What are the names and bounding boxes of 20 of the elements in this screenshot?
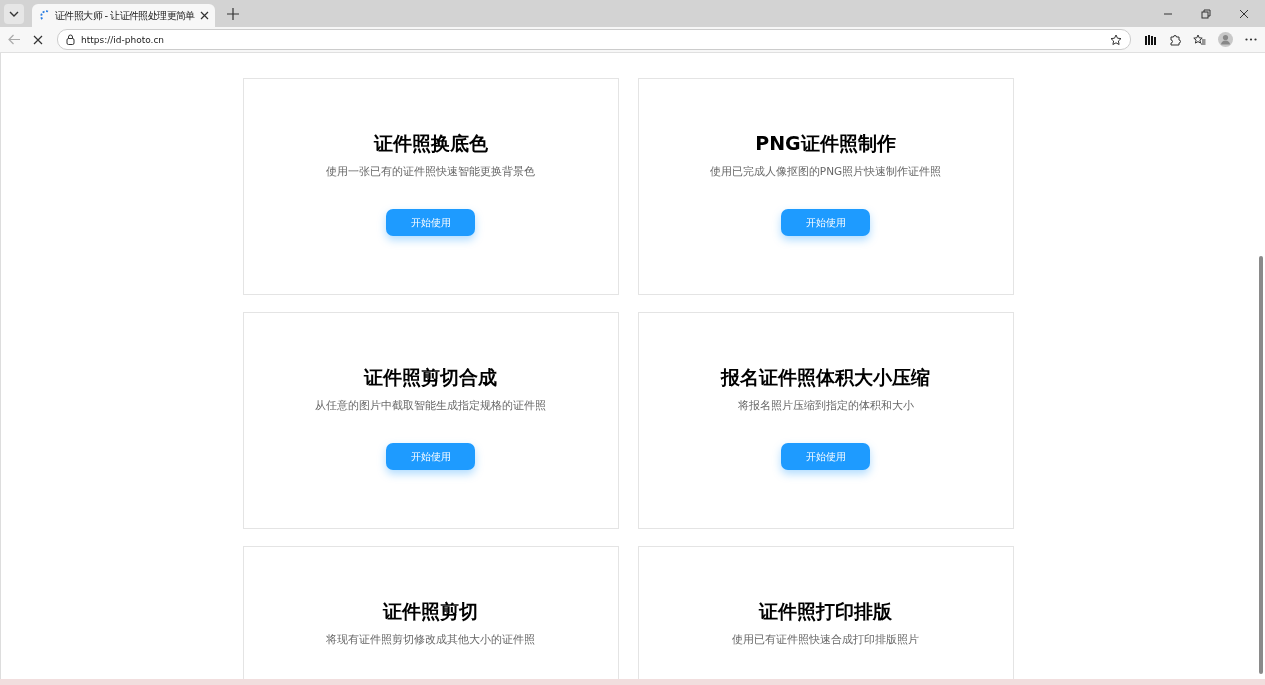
browser-tab[interactable]: 证件照大师 - 让证件照处理更简单 <box>32 4 215 27</box>
start-button[interactable]: 开始使用 <box>781 209 870 236</box>
card-title: 证件照换底色 <box>373 131 488 155</box>
start-button[interactable]: 开始使用 <box>386 209 475 236</box>
tab-title: 证件照大师 - 让证件照处理更简单 <box>55 8 195 23</box>
card-description: 使用一张已有的证件照快速智能更换背景色 <box>326 164 535 178</box>
url-text: https://id-photo.cn <box>81 34 165 45</box>
start-button[interactable]: 开始使用 <box>386 443 475 470</box>
card-description: 使用已完成人像抠图的PNG照片快速制作证件照 <box>709 164 942 178</box>
start-button[interactable]: 开始使用 <box>781 443 870 470</box>
card-title: PNG证件照制作 <box>755 131 896 155</box>
card-description: 使用已有证件照快速合成打印排版照片 <box>732 632 919 646</box>
card-title: 证件照剪切 <box>383 599 478 623</box>
card-description: 从任意的图片中截取智能生成指定规格的证件照 <box>315 398 546 412</box>
address-bar[interactable]: https://id-photo.cn <box>57 29 1131 50</box>
card-description: 将现有证件照剪切修改成其他大小的证件照 <box>326 632 535 646</box>
card-title: 证件照打印排版 <box>759 599 892 623</box>
card-title: 证件照剪切合成 <box>364 365 497 389</box>
card-title: 报名证件照体积大小压缩 <box>721 365 930 389</box>
card-description: 将报名照片压缩到指定的体积和大小 <box>737 398 914 412</box>
